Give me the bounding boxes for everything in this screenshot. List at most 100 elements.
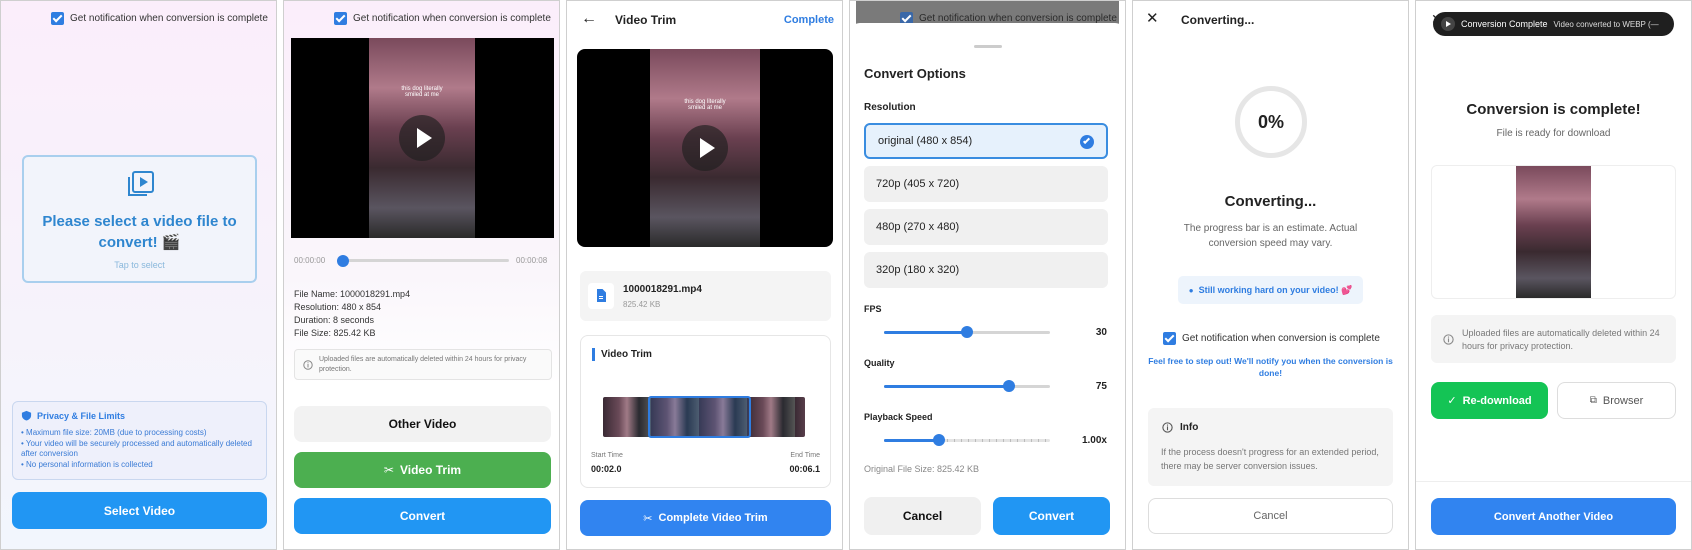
info-card: Info If the process doesn't progress for… (1148, 408, 1393, 486)
sheet-title: Convert Options (864, 66, 966, 81)
complete-heading: Conversion is complete! (1466, 101, 1641, 118)
stage: Get notification when conversion is comp… (0, 0, 1692, 550)
info-icon (1443, 334, 1454, 345)
browser-label: Browser (1602, 394, 1644, 407)
privacy-notice: Uploaded files are automatically deleted… (1431, 315, 1676, 363)
convert-label: Convert (1028, 509, 1075, 523)
cancel-label: Cancel (1253, 510, 1288, 522)
cancel-button[interactable]: Cancel (864, 497, 981, 535)
page-title: Video Trim (615, 13, 677, 27)
privacy-list: • Maximum file size: 20MB (due to proces… (21, 428, 259, 470)
screen-select-video: Get notification when conversion is comp… (0, 0, 277, 550)
time-start: 00:00:00 (294, 256, 326, 265)
resolution-option-320p[interactable]: 320p (180 x 320) (864, 252, 1108, 288)
privacy-notice-text: Uploaded files are automatically deleted… (319, 356, 527, 373)
complete-subtext: File is ready for download (1496, 128, 1611, 139)
fps-knob[interactable] (961, 326, 973, 338)
trim-selection[interactable] (648, 396, 751, 438)
file-name: 1000018291.mp4 (623, 284, 702, 295)
resolution-label: Resolution (864, 102, 916, 113)
privacy-card: Privacy & File Limits • Maximum file siz… (12, 401, 267, 480)
privacy-notice-text: Uploaded files are automatically deleted… (1462, 328, 1660, 351)
select-video-button[interactable]: Select Video (12, 492, 267, 529)
toast-notification[interactable]: Conversion Complete Video converted to W… (1433, 12, 1674, 36)
info-icon (303, 360, 313, 370)
option-label: original (480 x 854) (878, 135, 973, 147)
notify-label: Get notification when conversion is comp… (70, 13, 268, 24)
screen-video-trim: ← Video Trim Complete this dog literally… (566, 0, 843, 550)
speed-knob[interactable] (933, 434, 945, 446)
screen-convert-options: Get notification when conversion is comp… (849, 0, 1126, 550)
seek-knob[interactable] (337, 255, 349, 267)
convert-another-label: Convert Another Video (1493, 510, 1614, 523)
check-circle-icon (1080, 135, 1094, 149)
info-text: If the process doesn't progress for an e… (1161, 447, 1379, 471)
complete-link[interactable]: Complete (784, 14, 834, 26)
progress-percent: 0% (1257, 111, 1284, 132)
quality-knob[interactable] (1003, 380, 1015, 392)
toast-title: Conversion Complete (1461, 19, 1548, 29)
privacy-title: Privacy & File Limits (37, 411, 126, 421)
file-name: File Name: 1000018291.mp4 (294, 289, 411, 299)
notify-checkbox[interactable] (1163, 332, 1176, 345)
privacy-item: • Maximum file size: 20MB (due to proces… (21, 428, 207, 437)
status-text: Still working hard on your video! 💕 (1198, 284, 1353, 295)
other-video-button[interactable]: Other Video (294, 406, 551, 442)
convert-button[interactable]: Convert (993, 497, 1110, 535)
option-label: 480p (270 x 480) (876, 221, 960, 233)
notify-checkbox[interactable] (334, 12, 347, 25)
redownload-button[interactable]: ✓ Re-download (1431, 382, 1548, 419)
page-title: Converting... (1181, 13, 1255, 27)
file-size: 825.42 KB (623, 300, 661, 309)
step-out-text: Feel free to step out! We'll notify you … (1148, 356, 1393, 378)
convert-button[interactable]: Convert (294, 498, 551, 534)
file-duration: Duration: 8 seconds (294, 315, 375, 325)
screen-conversion-complete: ✕ Conversion Complete Video converted to… (1415, 0, 1692, 550)
browser-button[interactable]: ⧉ Browser (1557, 382, 1676, 419)
bullet-dot: ● (1188, 285, 1194, 295)
file-resolution: Resolution: 480 x 854 (294, 302, 382, 312)
fps-fill (884, 331, 967, 334)
file-drop-zone[interactable]: Please select a video file to convert! 🎬… (22, 155, 257, 283)
video-library-icon (128, 171, 154, 196)
start-time-value: 00:02.0 (591, 464, 622, 474)
sheet-handle[interactable] (974, 45, 1002, 48)
quality-label: Quality (864, 358, 895, 368)
redownload-label: Re-download (1462, 394, 1532, 407)
cancel-label: Cancel (902, 509, 943, 523)
back-arrow-icon[interactable]: ← (581, 10, 597, 28)
status-pill: ● Still working hard on your video! 💕 (1178, 276, 1363, 304)
play-icon[interactable] (399, 115, 445, 161)
video-trim-button[interactable]: ✂ Video Trim (294, 452, 551, 488)
privacy-notice: Uploaded files are automatically deleted… (294, 349, 552, 380)
video-preview[interactable]: this dog literally smiled at me (291, 38, 554, 238)
close-icon[interactable]: ✕ (1146, 9, 1159, 27)
complete-trim-button[interactable]: ✂ Complete Video Trim (580, 500, 831, 536)
result-thumbnail (1516, 166, 1591, 298)
resolution-option-720p[interactable]: 720p (405 x 720) (864, 166, 1108, 202)
cancel-button[interactable]: Cancel (1148, 498, 1393, 534)
quality-fill (884, 385, 1009, 388)
convert-another-button[interactable]: Convert Another Video (1431, 498, 1676, 535)
notify-label: Get notification when conversion is comp… (353, 13, 551, 24)
file-info: File Name: 1000018291.mp4 Resolution: 48… (294, 288, 410, 340)
time-end: 00:00:08 (516, 256, 548, 265)
info-title: Info (1180, 422, 1199, 433)
download-check-icon: ✓ (1447, 395, 1457, 407)
browser-icon: ⧉ (1589, 395, 1597, 406)
start-time-label: Start Time (591, 452, 623, 459)
screen-video-selected: Get notification when conversion is comp… (283, 0, 560, 550)
resolution-option-480p[interactable]: 480p (270 x 480) (864, 209, 1108, 245)
play-icon[interactable] (682, 125, 728, 171)
video-trim-label: Video Trim (399, 463, 462, 477)
notify-checkbox[interactable] (51, 12, 64, 25)
video-preview[interactable]: this dog literally smiled at me (577, 49, 833, 247)
end-time-label: End Time (790, 452, 820, 459)
speed-value: 1.00x (1081, 435, 1107, 446)
seek-track[interactable] (337, 259, 509, 262)
quality-value: 75 (1095, 381, 1107, 392)
resolution-option-original[interactable]: original (480 x 854) (864, 123, 1108, 159)
speed-label: Playback Speed (864, 412, 933, 422)
toast-text: Video converted to WEBP (— (1553, 19, 1659, 29)
speed-fill (884, 439, 939, 442)
